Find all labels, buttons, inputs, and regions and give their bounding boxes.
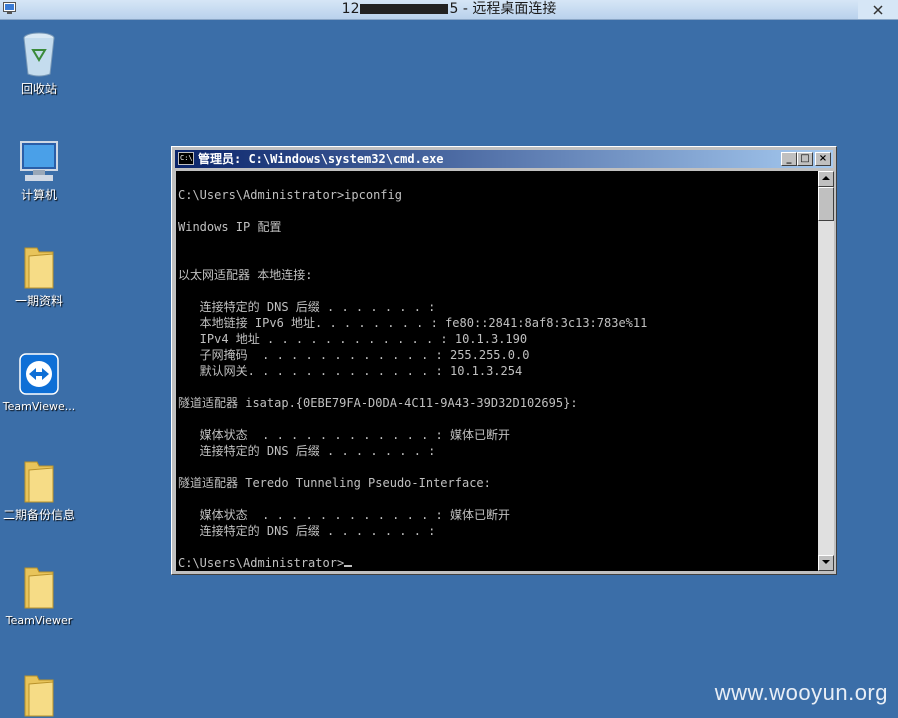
desktop-icon-folder[interactable] xyxy=(0,672,78,718)
desktop-icon-label: 二期备份信息 xyxy=(2,508,75,522)
remote-desktop-close-button[interactable] xyxy=(858,0,898,19)
console-prompt: C:\Users\Administrator> xyxy=(178,556,345,570)
folder-icon xyxy=(24,675,54,717)
desktop-icon-label: 一期资料 xyxy=(14,294,63,308)
cmd-titlebar[interactable]: C:\ 管理员: C:\Windows\system32\cmd.exe _ □… xyxy=(175,150,833,168)
desktop-icon-recycle-bin[interactable]: 回收站 xyxy=(0,30,78,96)
cmd-title: 管理员: C:\Windows\system32\cmd.exe xyxy=(198,152,444,166)
remote-desktop-title: 12 5 - 远程桌面连接 xyxy=(0,0,898,19)
text-cursor xyxy=(344,565,353,567)
desktop-icon-label: TeamViewe... xyxy=(2,400,76,413)
redacted-ip xyxy=(360,4,449,14)
cmd-icon[interactable]: C:\ xyxy=(178,152,194,165)
folder-icon xyxy=(24,247,54,289)
close-button[interactable]: × xyxy=(815,152,831,166)
desktop-icon-folder-phase2-backup[interactable]: 二期备份信息 xyxy=(0,458,78,522)
console-output-block: C:\Users\Administrator>ipconfig Windows … xyxy=(176,171,818,571)
vertical-scrollbar[interactable] xyxy=(818,171,834,571)
desktop-icon-label: 回收站 xyxy=(20,82,57,96)
computer-icon xyxy=(20,141,58,181)
scroll-down-button[interactable] xyxy=(818,555,834,571)
folder-icon xyxy=(24,567,54,609)
close-icon xyxy=(873,4,883,15)
console-output: C:\Users\Administrator>ipconfig Windows … xyxy=(178,188,648,538)
watermark: www.wooyun.org xyxy=(714,680,888,705)
title-prefix: 12 xyxy=(341,1,360,17)
desktop-icon-label: TeamViewer xyxy=(5,614,73,627)
remote-desktop-titlebar: 12 5 - 远程桌面连接 xyxy=(0,0,898,20)
minimize-button[interactable]: _ xyxy=(781,152,797,166)
desktop-icon-folder-phase1[interactable]: 一期资料 xyxy=(0,244,78,308)
cmd-console[interactable]: C:\Users\Administrator>ipconfig Windows … xyxy=(176,171,818,571)
title-suffix: 5 - 远程桌面连接 xyxy=(449,1,557,17)
recycle-bin-icon xyxy=(23,32,55,77)
desktop-icon-computer[interactable]: 计算机 xyxy=(0,140,78,202)
arrow-down-icon xyxy=(822,560,830,564)
cmd-window[interactable]: C:\ 管理员: C:\Windows\system32\cmd.exe _ □… xyxy=(171,146,837,575)
desktop-icon-label: 计算机 xyxy=(20,188,57,202)
scroll-up-button[interactable] xyxy=(818,171,834,187)
teamviewer-icon xyxy=(19,353,59,395)
arrow-up-icon xyxy=(822,176,830,180)
maximize-button[interactable]: □ xyxy=(797,152,813,166)
scroll-thumb[interactable] xyxy=(818,187,834,221)
desktop-icon-folder-teamviewer[interactable]: TeamViewer xyxy=(0,564,78,628)
desktop-icon-teamviewer-shortcut[interactable]: TeamViewe... xyxy=(0,352,78,414)
folder-icon xyxy=(24,461,54,503)
